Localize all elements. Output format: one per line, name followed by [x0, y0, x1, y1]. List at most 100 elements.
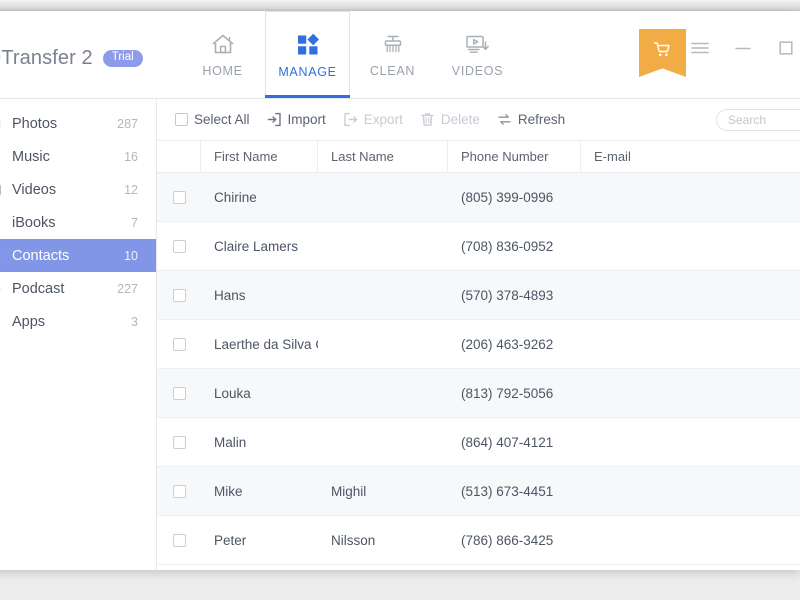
table-row[interactable]: Malin (864) 407-4121: [157, 418, 800, 467]
import-label: Import: [287, 112, 326, 127]
cell-first-name: Peter: [214, 532, 247, 548]
app-header: IOTransfer 2 Trial HOME: [0, 11, 800, 99]
table-header-row: First Name Last Name Phone Number E-mail: [157, 140, 800, 173]
select-all-checkbox[interactable]: [175, 113, 188, 126]
sidebar-item-photos[interactable]: Photos 287: [0, 107, 156, 140]
window-chrome-strip: [0, 0, 800, 9]
contacts-icon: [0, 247, 1, 264]
sidebar-item-podcast-label: Podcast: [12, 280, 65, 297]
search-box[interactable]: [716, 109, 800, 131]
import-button[interactable]: Import: [267, 112, 326, 127]
cell-phone-number: (708) 836-0952: [461, 238, 554, 254]
ibooks-icon: [0, 214, 1, 231]
cell-last-name: Nilsson: [331, 532, 376, 548]
music-icon: [0, 148, 1, 165]
sidebar-item-music[interactable]: Music 16: [0, 140, 156, 173]
minimize-icon[interactable]: [734, 39, 752, 57]
cell-first-name: Louka: [214, 385, 251, 401]
buy-cart-button[interactable]: [639, 29, 686, 77]
sidebar-item-photos-label: Photos: [12, 115, 58, 132]
tab-clean[interactable]: CLEAN: [350, 11, 435, 98]
table-row[interactable]: Mike Mighil (513) 673-4451: [157, 467, 800, 516]
app-body: Photos 287 Music 16 Videos 12 iBooks 7 C…: [0, 99, 800, 570]
trash-icon: [420, 112, 435, 127]
cell-first-name: Claire Lamers: [214, 238, 299, 254]
export-icon: [343, 112, 358, 127]
sidebar-item-ibooks-label: iBooks: [12, 214, 56, 231]
refresh-icon: [497, 112, 512, 127]
cell-first-name: Hans: [214, 287, 246, 303]
cell-first-name: Laerthe da Silva Cort...: [214, 336, 318, 352]
desktop-background: IOTransfer 2 Trial HOME: [0, 0, 800, 600]
row-checkbox[interactable]: [172, 484, 186, 498]
sidebar-item-contacts[interactable]: Contacts 10: [0, 239, 156, 272]
table-row[interactable]: Claire Lamers (708) 836-0952: [157, 222, 800, 271]
row-checkbox-cell[interactable]: [157, 239, 201, 253]
cell-first-name: Chirine: [214, 189, 257, 205]
sidebar-item-ibooks[interactable]: iBooks 7: [0, 206, 156, 239]
cell-first-name: Malin: [214, 434, 247, 450]
tab-clean-label: CLEAN: [369, 64, 416, 78]
row-checkbox[interactable]: [172, 190, 186, 204]
select-all-label: Select All: [194, 112, 250, 127]
header-last-name[interactable]: Last Name: [318, 141, 448, 172]
export-button: Export: [343, 112, 403, 127]
table-row[interactable]: Laerthe da Silva Cort... (206) 463-9262: [157, 320, 800, 369]
maximize-icon[interactable]: [777, 39, 795, 57]
row-checkbox-cell[interactable]: [157, 435, 201, 449]
cart-icon: [653, 41, 672, 64]
hamburger-menu-icon[interactable]: [691, 39, 709, 57]
tab-home-label: HOME: [202, 64, 243, 78]
tab-videos-label: VIDEOS: [451, 64, 504, 78]
header-email[interactable]: E-mail: [581, 141, 800, 172]
row-checkbox[interactable]: [172, 533, 186, 547]
cell-first-name: Mike: [214, 483, 243, 499]
cell-last-name: Mighil: [331, 483, 367, 499]
sidebar-item-apps-label: Apps: [12, 313, 46, 330]
select-all-button[interactable]: Select All: [175, 112, 250, 127]
sidebar-item-apps[interactable]: Apps 3: [0, 305, 156, 338]
row-checkbox-cell[interactable]: [157, 533, 201, 547]
photos-icon: [0, 115, 1, 132]
row-checkbox-cell[interactable]: [157, 190, 201, 204]
sidebar-item-photos-count: 287: [117, 116, 138, 131]
main-nav: HOME MANAGE CLEAN VIDEOS: [180, 11, 520, 98]
export-label: Export: [363, 112, 403, 127]
sidebar-item-podcast[interactable]: Podcast 227: [0, 272, 156, 305]
sidebar-item-contacts-label: Contacts: [12, 247, 70, 264]
table-row[interactable]: Peter Nilsson (786) 866-3425: [157, 516, 800, 565]
sidebar-item-videos-count: 12: [124, 182, 138, 197]
row-checkbox-cell[interactable]: [157, 337, 201, 351]
sidebar-item-music-label: Music: [12, 148, 50, 165]
cell-phone-number: (805) 399-0996: [461, 189, 554, 205]
search-input[interactable]: [726, 112, 800, 128]
row-checkbox[interactable]: [172, 435, 186, 449]
row-checkbox[interactable]: [172, 239, 186, 253]
tab-manage[interactable]: MANAGE: [265, 11, 350, 98]
row-checkbox-cell[interactable]: [157, 386, 201, 400]
row-checkbox[interactable]: [172, 386, 186, 400]
trial-badge: Trial: [102, 50, 143, 67]
sidebar: Photos 287 Music 16 Videos 12 iBooks 7 C…: [0, 99, 157, 570]
header-first-name[interactable]: First Name: [201, 141, 318, 172]
table-row[interactable]: Louka (813) 792-5056: [157, 369, 800, 418]
home-icon: [209, 31, 237, 57]
import-icon: [267, 112, 282, 127]
sidebar-item-videos-label: Videos: [12, 181, 57, 198]
table-row[interactable]: Hans (570) 378-4893: [157, 271, 800, 320]
tab-home[interactable]: HOME: [180, 11, 265, 98]
grid-icon: [294, 32, 322, 58]
tab-videos[interactable]: VIDEOS: [435, 11, 520, 98]
sidebar-item-videos[interactable]: Videos 12: [0, 173, 156, 206]
cell-phone-number: (513) 673-4451: [461, 483, 554, 499]
table-row[interactable]: Chirine (805) 399-0996: [157, 173, 800, 222]
row-checkbox[interactable]: [172, 288, 186, 302]
row-checkbox[interactable]: [172, 337, 186, 351]
app-logo-text: IOTransfer 2: [0, 47, 93, 69]
app-logo: IOTransfer 2 Trial: [0, 47, 143, 70]
sidebar-item-apps-count: 3: [131, 314, 138, 329]
row-checkbox-cell[interactable]: [157, 484, 201, 498]
row-checkbox-cell[interactable]: [157, 288, 201, 302]
refresh-button[interactable]: Refresh: [497, 112, 565, 127]
header-phone-number[interactable]: Phone Number: [448, 141, 581, 172]
